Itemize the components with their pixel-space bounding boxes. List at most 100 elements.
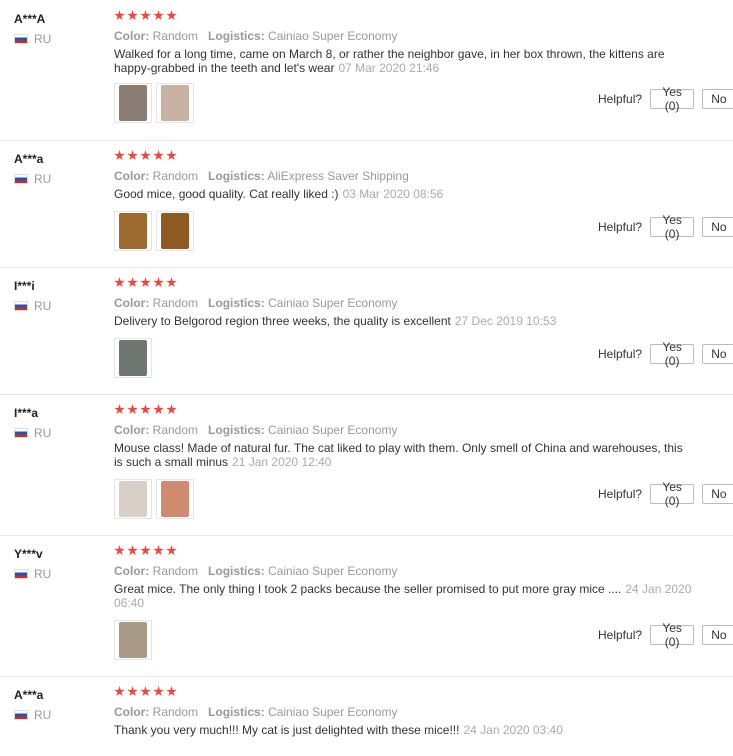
helpful-no-button[interactable]: No xyxy=(702,344,733,364)
review-item: A***a RU Color: Random Logistics: Cainiao S… xyxy=(0,676,733,756)
color-value: Random xyxy=(152,29,199,43)
review-text: Delivery to Belgorod region three weeks,… xyxy=(114,314,694,328)
reviewer-name: A***a xyxy=(14,152,44,166)
star-icon xyxy=(127,10,138,21)
color-value: Random xyxy=(152,423,199,437)
color-label: Color: xyxy=(114,296,150,310)
star-icon xyxy=(127,686,138,697)
review-photo-thumbnail[interactable] xyxy=(114,620,152,660)
mouse-photo xyxy=(161,481,189,517)
mouse-photo xyxy=(161,85,189,121)
review-date: 24 Jan 2020 03:40 xyxy=(463,723,563,737)
review-body: Mouse class! Made of natural fur. The ca… xyxy=(114,441,683,469)
russia-flag-icon xyxy=(14,34,28,44)
color-value: Random xyxy=(152,564,199,578)
helpful-votes: Helpful? Yes (0) No xyxy=(598,213,733,241)
star-icon xyxy=(166,686,177,697)
helpful-no-button[interactable]: No xyxy=(702,484,733,504)
helpful-label: Helpful? xyxy=(598,628,643,642)
helpful-label: Helpful? xyxy=(598,220,643,234)
star-icon xyxy=(127,277,138,288)
star-icon xyxy=(166,277,177,288)
review-photos xyxy=(114,211,194,251)
review-date: 03 Mar 2020 08:56 xyxy=(342,187,444,201)
helpful-no-button[interactable]: No xyxy=(702,625,733,645)
logistics-value: Cainiao Super Economy xyxy=(268,705,398,719)
star-icon xyxy=(153,686,164,697)
review-item: A***a RU Color: Random Logistics: AliExpres… xyxy=(0,140,733,268)
logistics-value: Cainiao Super Economy xyxy=(268,296,398,310)
review-photo-thumbnail[interactable] xyxy=(156,83,194,123)
star-icon xyxy=(166,10,177,21)
star-icon xyxy=(114,277,125,288)
star-icon xyxy=(153,545,164,556)
country-code: RU xyxy=(34,708,52,722)
mouse-photo xyxy=(119,340,147,376)
review-photo-thumbnail[interactable] xyxy=(156,211,194,251)
review-photos xyxy=(114,338,152,378)
color-label: Color: xyxy=(114,169,150,183)
review-photo-thumbnail[interactable] xyxy=(114,211,152,251)
helpful-yes-button[interactable]: Yes (0) xyxy=(650,480,695,508)
country-code: RU xyxy=(34,426,52,440)
reviewer-country: RU xyxy=(14,299,51,313)
mouse-photo xyxy=(119,622,147,658)
star-icon xyxy=(114,150,125,161)
review-item: I***a RU Color: Random Logistics: Cainiao S… xyxy=(0,394,733,536)
color-value: Random xyxy=(152,705,199,719)
review-text: Walked for a long time, came on March 8,… xyxy=(114,47,694,75)
star-icon xyxy=(140,404,151,415)
review-photos xyxy=(114,620,152,660)
helpful-yes-button[interactable]: Yes (0) xyxy=(650,340,695,368)
star-icon xyxy=(114,545,125,556)
logistics-value: Cainiao Super Economy xyxy=(268,423,398,437)
review-meta: Color: Random Logistics: Cainiao Super Ec… xyxy=(114,705,397,719)
russia-flag-icon xyxy=(14,174,28,184)
review-meta: Color: Random Logistics: Cainiao Super Ec… xyxy=(114,29,397,43)
logistics-label: Logistics: xyxy=(208,296,265,310)
logistics-label: Logistics: xyxy=(208,169,265,183)
star-icon xyxy=(140,10,151,21)
star-rating xyxy=(114,686,177,697)
review-photo-thumbnail[interactable] xyxy=(114,83,152,123)
review-body: Thank you very much!!! My cat is just de… xyxy=(114,723,460,737)
country-code: RU xyxy=(34,567,52,581)
mouse-photo xyxy=(119,85,147,121)
review-meta: Color: Random Logistics: Cainiao Super Ec… xyxy=(114,423,397,437)
color-value: Random xyxy=(152,296,199,310)
star-rating xyxy=(114,10,177,21)
helpful-votes: Helpful? Yes (0) No xyxy=(598,85,733,113)
review-date: 07 Mar 2020 21:46 xyxy=(338,61,440,75)
star-icon xyxy=(140,150,151,161)
review-photo-thumbnail[interactable] xyxy=(114,479,152,519)
russia-flag-icon xyxy=(14,569,28,579)
star-icon xyxy=(140,686,151,697)
logistics-value: Cainiao Super Economy xyxy=(268,564,398,578)
helpful-no-button[interactable]: No xyxy=(702,89,733,109)
helpful-label: Helpful? xyxy=(598,92,643,106)
reviewer-country: RU xyxy=(14,172,51,186)
reviewer-country: RU xyxy=(14,32,51,46)
review-photo-thumbnail[interactable] xyxy=(156,479,194,519)
mouse-photo xyxy=(161,213,189,249)
helpful-yes-button[interactable]: Yes (0) xyxy=(650,85,695,113)
helpful-yes-button[interactable]: Yes (0) xyxy=(650,621,695,649)
star-icon xyxy=(153,277,164,288)
review-date: 21 Jan 2020 12:40 xyxy=(232,455,332,469)
helpful-no-button[interactable]: No xyxy=(702,217,733,237)
star-icon xyxy=(114,10,125,21)
helpful-yes-button[interactable]: Yes (0) xyxy=(650,213,695,241)
star-icon xyxy=(114,686,125,697)
color-label: Color: xyxy=(114,29,150,43)
review-photo-thumbnail[interactable] xyxy=(114,338,152,378)
reviewer-name: Y***v xyxy=(14,547,43,561)
star-icon xyxy=(140,277,151,288)
star-rating xyxy=(114,404,177,415)
star-icon xyxy=(114,404,125,415)
logistics-value: AliExpress Saver Shipping xyxy=(267,169,409,183)
country-code: RU xyxy=(34,299,52,313)
star-icon xyxy=(127,150,138,161)
reviewer-name: I***i xyxy=(14,279,35,293)
reviewer-name: A***a xyxy=(14,688,44,702)
review-date: 27 Dec 2019 10:53 xyxy=(454,314,557,328)
